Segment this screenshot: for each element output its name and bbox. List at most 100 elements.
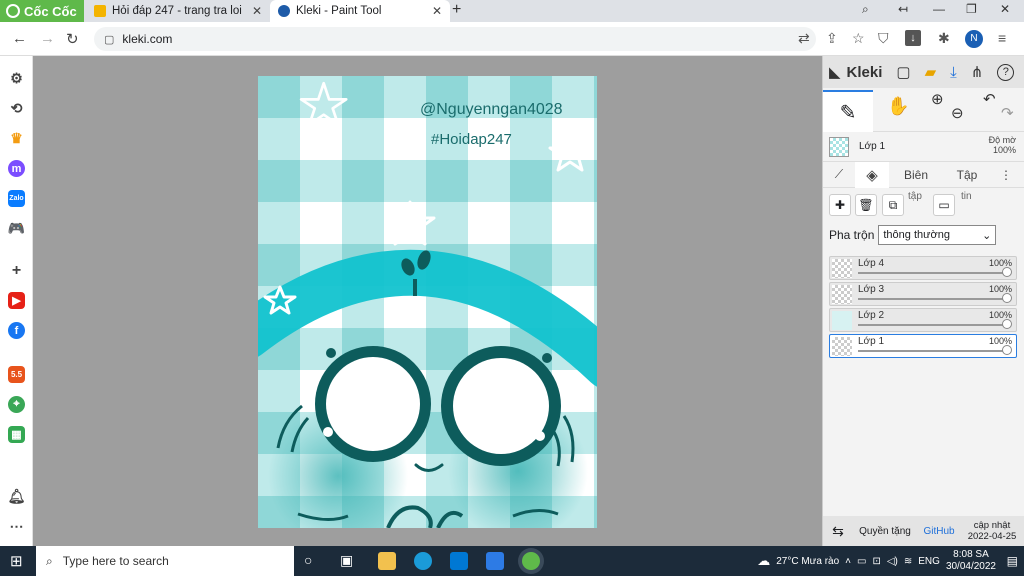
opacity-slider[interactable]: [858, 272, 1008, 274]
weather-icon: ☁: [757, 553, 771, 568]
opacity-slider[interactable]: [858, 350, 1008, 352]
language-indicator[interactable]: ENG: [918, 556, 940, 567]
back-button[interactable]: ←: [12, 30, 27, 47]
share-icon[interactable]: ⇪: [826, 30, 838, 47]
network-icon[interactable]: ⊡: [872, 556, 880, 567]
extensions-icon[interactable]: ✱: [938, 30, 950, 47]
layer-row[interactable]: Lớp 2 100%: [829, 308, 1017, 332]
coccoc-logo[interactable]: Cốc Cốc: [0, 0, 84, 22]
watermark-handle: @Nguyennga​n4028: [420, 101, 563, 118]
undo-icon[interactable]: ↶: [983, 90, 996, 108]
game-icon[interactable]: 🎮: [8, 220, 25, 237]
save-download-icon[interactable]: ⤓: [950, 64, 957, 81]
layer-row[interactable]: Lớp 3 100%: [829, 282, 1017, 306]
translate-icon[interactable]: ⇄: [798, 30, 810, 47]
more-icon[interactable]: ⋯: [8, 518, 25, 535]
reload-button[interactable]: ↻: [66, 30, 79, 48]
tab-edit[interactable]: Biên: [889, 162, 943, 188]
rename-layer-button[interactable]: ▭: [933, 194, 955, 216]
duplicate-layer-button[interactable]: ⧉: [882, 194, 904, 216]
download-icon[interactable]: ↓: [905, 30, 921, 46]
messenger-icon[interactable]: m: [8, 160, 25, 177]
help-icon[interactable]: ?: [997, 63, 1015, 81]
add-icon[interactable]: +: [8, 262, 25, 279]
new-tab-button[interactable]: +: [452, 1, 461, 19]
zalo-icon[interactable]: Zalo: [8, 190, 25, 207]
minimize-button[interactable]: —: [933, 2, 945, 16]
map-icon[interactable]: ⌖: [8, 396, 25, 413]
store-icon[interactable]: [450, 552, 468, 570]
share-icon[interactable]: ⋔: [971, 63, 984, 81]
zoom-in-icon[interactable]: ⊕: [931, 90, 944, 108]
youtube-icon[interactable]: ▶: [8, 292, 25, 309]
maximize-button[interactable]: ❐: [966, 2, 977, 16]
bookmark-star-icon[interactable]: ☆: [852, 30, 865, 47]
battery-icon[interactable]: ▭: [857, 556, 866, 567]
privacy-link[interactable]: Quyền tặng: [853, 526, 917, 537]
opacity-slider[interactable]: [858, 324, 1008, 326]
slider-knob[interactable]: [1002, 319, 1012, 329]
mail-icon[interactable]: [486, 552, 504, 570]
notification-icon[interactable]: ▤: [1007, 554, 1018, 568]
volume-icon[interactable]: ◁): [887, 556, 898, 567]
swap-icon[interactable]: ⇆: [823, 523, 853, 540]
crown-icon[interactable]: ♛: [8, 130, 25, 147]
taskbar-search[interactable]: ⌕ Type here to search: [36, 546, 294, 576]
github-link[interactable]: GitHub: [917, 526, 961, 537]
forward-button[interactable]: →: [40, 30, 55, 47]
file-explorer-icon[interactable]: [378, 552, 396, 570]
new-image-icon[interactable]: ▢: [896, 63, 910, 81]
wifi-icon[interactable]: ≋: [904, 556, 912, 567]
history-icon[interactable]: ⟲: [8, 100, 25, 117]
facebook-icon[interactable]: f: [8, 322, 25, 339]
hand-tool-icon[interactable]: ✋: [887, 96, 909, 117]
add-layer-button[interactable]: ✚: [829, 194, 851, 216]
tray-arrow-icon[interactable]: ˄: [845, 556, 851, 567]
update-info[interactable]: cập nhật 2022-04-25: [961, 520, 1023, 542]
close-window-button[interactable]: ✕: [1000, 2, 1010, 16]
back-arrow-icon[interactable]: ↤: [898, 2, 908, 16]
brush-tool-button[interactable]: ✎: [823, 90, 873, 132]
search-tabs-icon[interactable]: ⌕: [862, 2, 869, 17]
settings-icon[interactable]: ⚙: [8, 70, 25, 87]
edge-icon[interactable]: [414, 552, 432, 570]
layer-row[interactable]: Lớp 4 100%: [829, 256, 1017, 280]
notification-bell-icon[interactable]: 🔔︎: [8, 488, 26, 505]
windows-start-icon[interactable]: ⊞: [10, 552, 23, 570]
hoidap-icon: [94, 5, 106, 17]
blend-mode-select[interactable]: thông thường ⌄: [878, 225, 997, 245]
weather-text[interactable]: 27°C Mưa rào: [776, 556, 839, 567]
delete-layer-button[interactable]: 🗑︎: [855, 194, 877, 216]
tab-hoidap[interactable]: Hỏi đáp 247 - trang tra loi ✕: [86, 0, 270, 22]
merge-label[interactable]: tập: [908, 191, 922, 202]
slider-knob[interactable]: [1002, 267, 1012, 277]
tab-brush[interactable]: ⟋: [823, 162, 855, 188]
coccoc-taskbar-icon[interactable]: [522, 552, 540, 570]
more-options-icon[interactable]: ⋮: [991, 162, 1021, 188]
cortana-icon[interactable]: ○: [304, 552, 312, 568]
sale-icon[interactable]: 5.5: [8, 366, 25, 383]
tab-layers[interactable]: ◈: [855, 161, 889, 188]
sheets-icon[interactable]: ▦: [8, 426, 25, 443]
menu-icon[interactable]: ≡: [998, 30, 1006, 46]
close-icon[interactable]: ✕: [432, 4, 442, 18]
profile-avatar[interactable]: N: [965, 30, 983, 48]
slider-knob[interactable]: [1002, 293, 1012, 303]
open-folder-icon[interactable]: ▰: [925, 63, 937, 81]
close-icon[interactable]: ✕: [252, 4, 262, 18]
opacity-slider[interactable]: [858, 298, 1008, 300]
redo-icon[interactable]: ↷: [1001, 104, 1014, 122]
opacity-info: Độ mờ 100%: [989, 135, 1016, 155]
canvas-workspace[interactable]: @Nguyennga​n4028 #Hoidap247: [33, 56, 822, 546]
tab-kleki[interactable]: Kleki - Paint Tool ✕: [270, 0, 450, 22]
clock[interactable]: 8:08 SA 30/04/2022: [946, 549, 996, 573]
shield-icon[interactable]: ⛉: [878, 30, 889, 47]
drawing-canvas[interactable]: @Nguyennga​n4028 #Hoidap247: [258, 76, 597, 528]
tab-file[interactable]: Tập: [943, 162, 991, 188]
page-info-icon[interactable]: ▢: [104, 33, 114, 46]
zoom-out-icon[interactable]: ⊖: [951, 104, 964, 122]
task-view-icon[interactable]: ▣: [340, 552, 353, 569]
layer-row[interactable]: Lớp 1 100%: [829, 334, 1017, 358]
slider-knob[interactable]: [1002, 345, 1012, 355]
url-field[interactable]: ▢ kleki.com: [94, 27, 816, 51]
